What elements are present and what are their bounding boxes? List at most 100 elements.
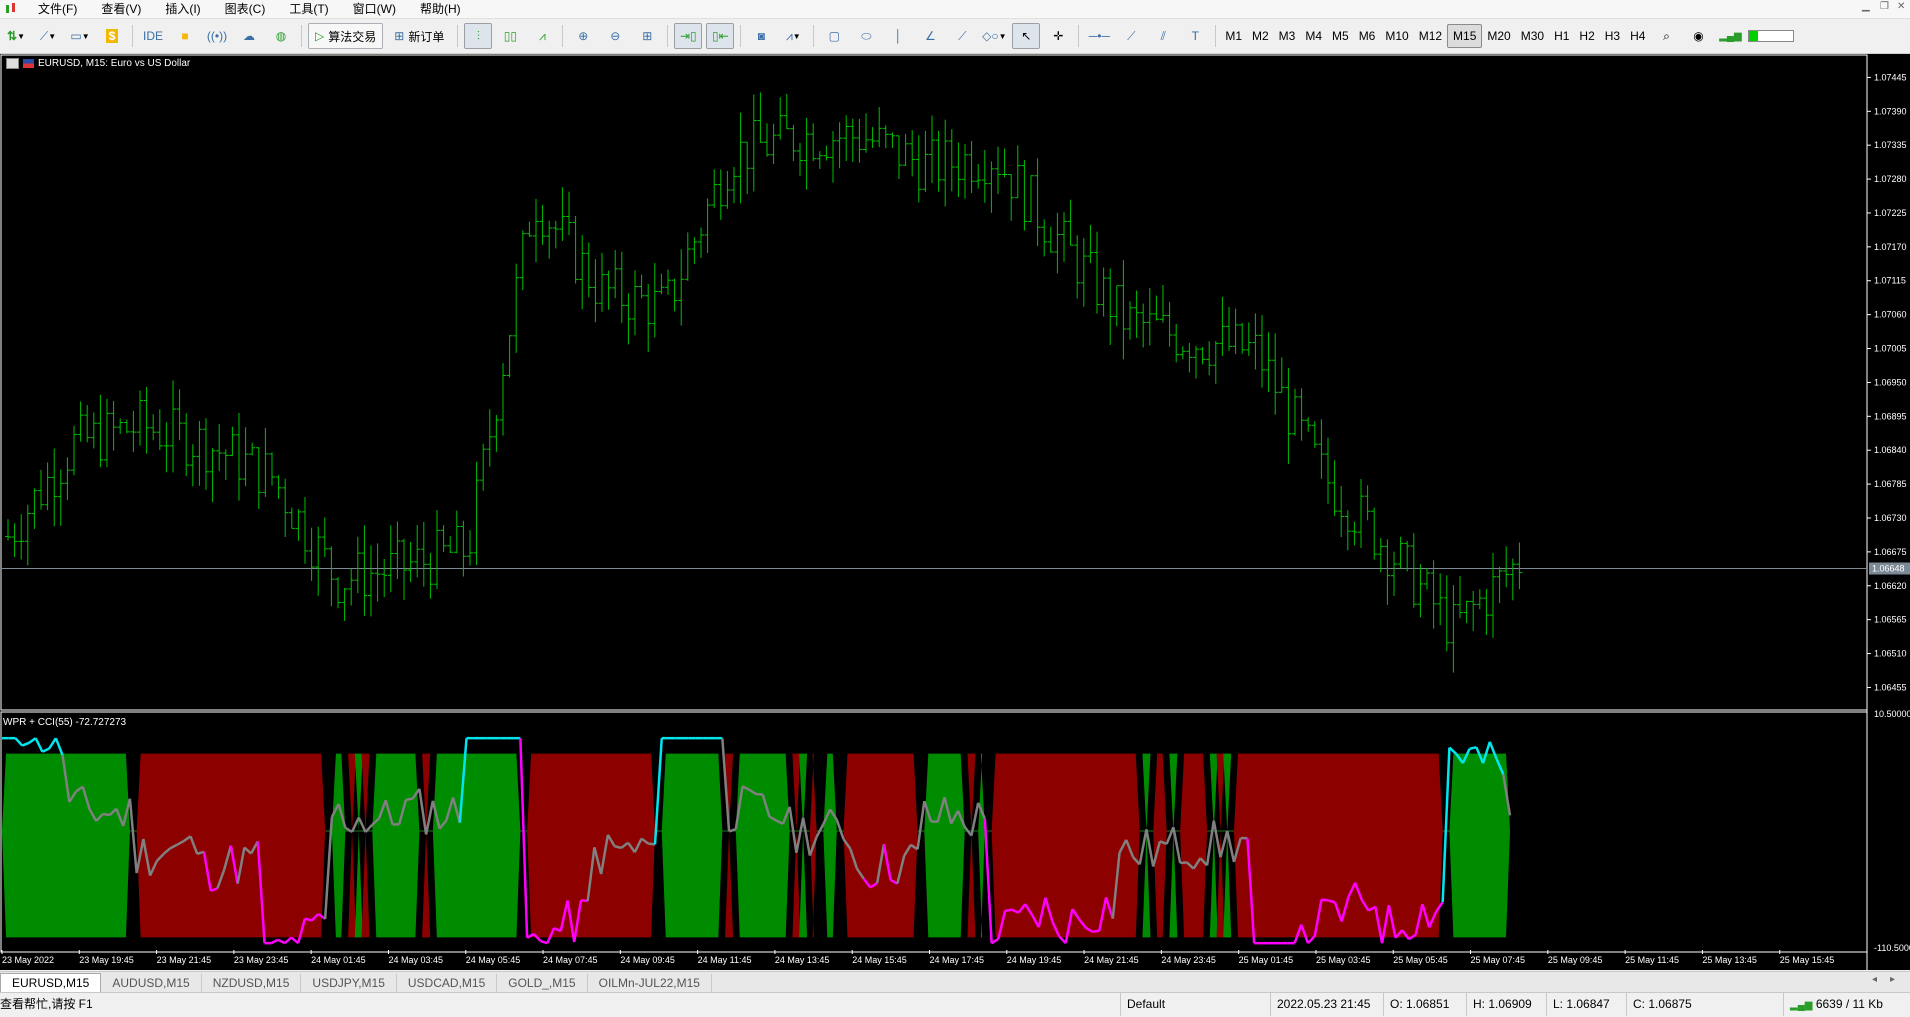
menu-view[interactable]: 查看(V)	[89, 0, 153, 18]
wpr-line-segment	[615, 846, 622, 848]
indicator-title: WPR + CCI(55) -72.727273	[3, 717, 126, 728]
tile-windows-button[interactable]: ⊞	[633, 23, 661, 49]
timeframe-m15[interactable]: M15	[1447, 24, 1482, 48]
wpr-line-segment	[1214, 821, 1221, 858]
rectangle-tool-button[interactable]: ▢	[820, 23, 848, 49]
price-bar	[1510, 559, 1516, 601]
tab-oil[interactable]: OILMn-JUL22,M15	[588, 974, 712, 992]
price-bar	[777, 97, 783, 139]
timeframe-m10[interactable]: M10	[1380, 25, 1413, 47]
zoom-out-button[interactable]: ⊖	[601, 23, 629, 49]
timeframe-h1[interactable]: H1	[1549, 25, 1574, 47]
cursor-tool-button[interactable]: ↖	[1012, 23, 1040, 49]
restore-icon[interactable]: ❐	[1880, 1, 1889, 12]
chart-shift-button[interactable]: ▯⇤	[706, 23, 734, 49]
menu-file[interactable]: 文件(F)	[26, 0, 89, 18]
tab-usdcad[interactable]: USDCAD,M15	[397, 974, 497, 992]
wpr-line-segment	[103, 814, 110, 815]
autoscroll-button[interactable]: ⇥▯	[674, 23, 702, 49]
timeframe-m4[interactable]: M4	[1300, 25, 1327, 47]
price-bar	[797, 143, 803, 176]
price-bar	[1285, 368, 1291, 464]
menu-charts[interactable]: 图表(C)	[213, 0, 278, 18]
shapes-button[interactable]: ◇○▼	[980, 23, 1008, 49]
text-tool-button[interactable]: T	[1181, 23, 1209, 49]
toolbar-separator	[301, 25, 302, 47]
timeframe-h3[interactable]: H3	[1600, 25, 1625, 47]
menu-tools[interactable]: 工具(T)	[277, 0, 340, 18]
timeframe-m12[interactable]: M12	[1414, 25, 1447, 47]
price-axis-label: 1.06455	[1874, 682, 1907, 692]
price-bar	[1325, 438, 1331, 504]
minimize-icon[interactable]: ▁	[1862, 1, 1870, 12]
timeframe-m30[interactable]: M30	[1516, 25, 1549, 47]
tab-gold[interactable]: GOLD_,M15	[497, 974, 587, 992]
algo-trading-button[interactable]: ▷算法交易	[308, 23, 383, 49]
trendline-angle-button[interactable]: ⟋	[948, 23, 976, 49]
price-bar	[1239, 323, 1245, 354]
tab-scroll-left-icon[interactable]: ◂	[1872, 974, 1877, 985]
trendline-button[interactable]: ⟋	[1117, 23, 1145, 49]
timeframe-h4[interactable]: H4	[1625, 25, 1650, 47]
chart-type-button[interactable]: ⟋▼	[34, 23, 62, 49]
menu-help[interactable]: 帮助(H)	[408, 0, 473, 18]
indicator-bear-zone	[362, 754, 370, 938]
new-chart-button[interactable]: ⇅▼	[2, 23, 30, 49]
angle-tool-button[interactable]: ∠	[916, 23, 944, 49]
search-button[interactable]: ⌕	[1652, 23, 1680, 49]
price-bar	[1444, 575, 1450, 651]
zoom-in-button[interactable]: ⊕	[569, 23, 597, 49]
tab-audusd[interactable]: AUDUSD,M15	[101, 974, 201, 992]
price-bar	[256, 447, 262, 509]
price-bar	[672, 279, 678, 312]
dropdown-arrow-icon: ▼	[17, 32, 25, 41]
price-bar	[97, 395, 103, 467]
tab-eurusd[interactable]: EURUSD,M15	[0, 973, 101, 992]
indicators-button[interactable]: ⩘▼	[779, 23, 807, 49]
timeframe-m1[interactable]: M1	[1220, 25, 1247, 47]
signals-button[interactable]: ■	[171, 23, 199, 49]
market-button[interactable]: $	[98, 23, 126, 49]
menu-window[interactable]: 窗口(W)	[341, 0, 408, 18]
vertical-line-button[interactable]: │	[884, 23, 912, 49]
channel-icon: ⫽	[1161, 29, 1166, 44]
price-bar	[375, 543, 381, 601]
tab-scroll-right-icon[interactable]: ▸	[1890, 974, 1895, 985]
price-bar	[526, 222, 532, 237]
chart-flag-icon	[23, 59, 34, 68]
ide-button[interactable]: IDE	[139, 23, 167, 49]
timeframe-m3[interactable]: M3	[1274, 25, 1301, 47]
tab-nzdusd[interactable]: NZDUSD,M15	[202, 974, 302, 992]
vps-button[interactable]: ☁	[235, 23, 263, 49]
bar-chart-button[interactable]: ⫶	[464, 23, 492, 49]
price-bar	[1008, 174, 1014, 221]
horizontal-line-button[interactable]: ─•─	[1085, 23, 1113, 49]
line-chart-button[interactable]: ⩘	[528, 23, 556, 49]
timeframe-m20[interactable]: M20	[1482, 25, 1515, 47]
templates-button[interactable]: ▭▼	[66, 23, 94, 49]
new-order-button[interactable]: ⊞新订单	[387, 23, 451, 49]
tab-usdjpy[interactable]: USDJPY,M15	[301, 974, 396, 992]
new-order-label: 新订单	[408, 28, 444, 45]
chart-menu-icon[interactable]	[6, 58, 19, 69]
candlestick-button[interactable]: ▯▯	[496, 23, 524, 49]
crosshair-button[interactable]: ✛	[1044, 23, 1072, 49]
chart-canvas[interactable]: 1.074451.073901.073351.072801.072251.071…	[0, 54, 1910, 970]
channel-button[interactable]: ⫽	[1149, 23, 1177, 49]
timeframe-m5[interactable]: M5	[1327, 25, 1354, 47]
price-bar	[1233, 309, 1239, 354]
price-bar	[764, 123, 770, 156]
radio-button[interactable]: ((•))	[203, 23, 231, 49]
account-button[interactable]: ◉	[1684, 23, 1712, 49]
ellipse-tool-button[interactable]: ⬭	[852, 23, 880, 49]
menu-insert[interactable]: 插入(I)	[153, 0, 212, 18]
timeframe-m2[interactable]: M2	[1247, 25, 1274, 47]
screenshot-button[interactable]: ◙	[747, 23, 775, 49]
web-button[interactable]: ◍	[267, 23, 295, 49]
chart-window[interactable]: 1.074451.073901.073351.072801.072251.071…	[0, 54, 1910, 970]
timeframe-m6[interactable]: M6	[1354, 25, 1381, 47]
timeframe-h2[interactable]: H2	[1574, 25, 1599, 47]
wpr-line-segment	[36, 738, 43, 752]
close-icon[interactable]: ✕	[1897, 1, 1905, 12]
price-bar	[1345, 510, 1351, 550]
